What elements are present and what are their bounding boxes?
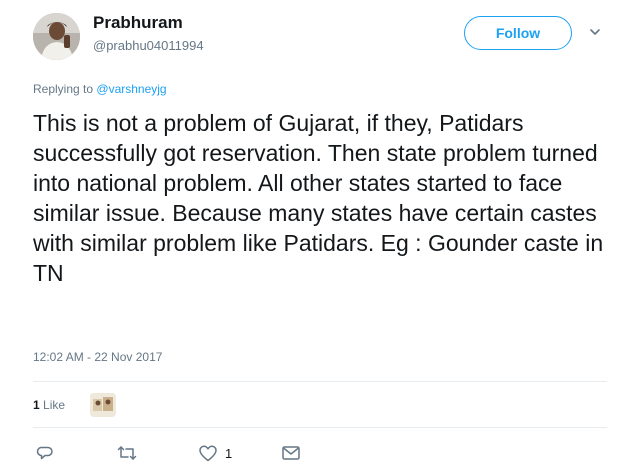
tweet-text: This is not a problem of Gujarat, if the… [33, 110, 604, 286]
chevron-down-icon[interactable] [589, 26, 601, 38]
liker-avatar[interactable] [90, 393, 116, 417]
divider-top [33, 381, 607, 382]
direct-message-button[interactable] [282, 444, 300, 462]
likes-stat[interactable]: 1 Like [33, 398, 65, 412]
replying-to-label: Replying to [33, 82, 94, 96]
likes-count: 1 [33, 398, 40, 412]
divider-bottom [33, 427, 607, 428]
reply-mention-link[interactable]: @varshneyjg [96, 82, 166, 96]
avatar[interactable] [33, 13, 80, 60]
likes-label: Like [43, 398, 66, 412]
author-handle[interactable]: @prabhu04011994 [93, 38, 204, 53]
avatar-image [33, 13, 80, 60]
reply-button[interactable] [36, 444, 54, 462]
retweet-button[interactable] [117, 444, 137, 462]
tweet-timestamp[interactable]: 12:02 AM - 22 Nov 2017 [33, 350, 162, 364]
envelope-icon [282, 446, 300, 460]
like-count: 1 [225, 445, 233, 461]
heart-icon [199, 445, 217, 461]
retweet-icon [117, 446, 137, 460]
follow-button[interactable]: Follow [464, 16, 572, 50]
author-name[interactable]: Prabhuram [93, 13, 183, 33]
reply-icon [36, 446, 53, 460]
liker-avatar-image [90, 393, 116, 417]
like-button[interactable]: 1 [199, 444, 232, 462]
replying-to: Replying to @varshneyjg [33, 82, 167, 96]
